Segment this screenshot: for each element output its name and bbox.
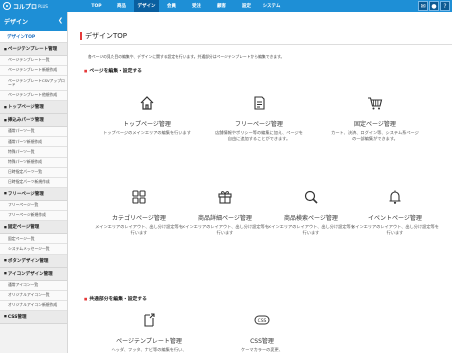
sidebar-item[interactable]: オリジナルアイコン新規作成	[0, 300, 67, 311]
sidebar-groups: ページテンプレート管理ページテンプレート一覧ページテンプレート新規作成ページテン…	[0, 43, 67, 324]
sidebar-category[interactable]: CSS管理	[0, 310, 67, 324]
help-icon[interactable]: ?	[440, 1, 450, 11]
sidebar-item[interactable]: ページテンプレート一覧	[0, 56, 67, 67]
css-icon: CSS	[254, 315, 270, 325]
logo-suffix: PLUS	[38, 3, 48, 9]
search-icon	[304, 190, 318, 204]
card-description: カート、決済、ログイン等、システム系ページの一部編集ができます。	[331, 130, 419, 141]
card-description: メインエリアのレイアウト、出し分け設定等を行います	[181, 224, 269, 235]
sidebar-item[interactable]: 通常パーツ一覧	[0, 127, 67, 138]
sidebar-item[interactable]: 通常アイコン一覧	[0, 280, 67, 291]
sidebar-item[interactable]: オリジナルアイコン一覧	[0, 290, 67, 301]
sidebar-item[interactable]: ページテンプレート新規作成	[0, 66, 67, 77]
sidebar-header: デザイン ❮	[0, 12, 67, 31]
sidebar-item[interactable]: 通常パーツ新規作成	[0, 137, 67, 148]
title-divider	[80, 44, 452, 45]
sidebar-category[interactable]: アイコンデザイン管理	[0, 267, 67, 281]
card-title: 商品検索ページ管理	[284, 215, 338, 222]
home-icon	[140, 96, 154, 110]
nav-orders[interactable]: 受注	[184, 0, 209, 12]
card-description: ヘッダ、フッタ、ナビ等の編集を行い、	[111, 347, 187, 352]
card-event-page[interactable]: イベントページ管理 メインエリアのレイアウト、出し分け設定等を行います	[350, 189, 440, 235]
page-description: 各ページの見た目の編集や、デザインに関する設定を行います。共通部分はページテンプ…	[88, 54, 285, 59]
nav-top[interactable]: TOP	[84, 0, 109, 12]
sidebar-category[interactable]: フリーページ管理	[0, 187, 67, 201]
nav-design[interactable]: デザイン	[134, 0, 159, 12]
nav-members[interactable]: 会員	[159, 0, 184, 12]
card-title: イベントページ管理	[368, 215, 422, 222]
sidebar-item[interactable]: 日時指定パーツ新規作成	[0, 177, 67, 188]
sidebar-category[interactable]: 固定ページ管理	[0, 221, 67, 235]
card-title: トップページ管理	[123, 121, 171, 128]
card-description: メインエリアのレイアウト、出し分け設定等を行います	[95, 224, 183, 235]
card-fixed-page[interactable]: 固定ページ管理 カート、決済、ログイン等、システム系ページの一部編集ができます。	[330, 95, 420, 141]
nav-settings[interactable]: 設定	[234, 0, 259, 12]
card-title: カテゴリページ管理	[112, 215, 166, 222]
mail-icon[interactable]: ✉	[418, 1, 428, 11]
main-content: デザインTOP 各ページの見た目の編集や、デザインに関する設定を行います。共通部…	[68, 12, 452, 353]
gift-icon	[218, 191, 232, 204]
logo-text: コルプロ	[13, 3, 38, 11]
sidebar-item[interactable]: フリーページ新規作成	[0, 211, 67, 222]
page-title: デザインTOP	[80, 32, 127, 40]
top-icons: ✉ ● ?	[418, 1, 450, 11]
sidebar-item[interactable]: システムメッセージ一覧	[0, 244, 67, 255]
template-icon	[144, 313, 155, 327]
logo-icon	[3, 2, 11, 10]
card-title: フリーページ管理	[235, 121, 283, 128]
sidebar-item[interactable]: フリーページ一覧	[0, 200, 67, 212]
card-top-page[interactable]: トップページ管理 トップページのメインエリアの編集を行います	[102, 95, 192, 136]
card-description: ケーマカラーの変更、	[241, 347, 283, 352]
card-title: 商品詳細ページ管理	[198, 215, 252, 222]
section-heading-pages: ページを編集・設定する	[84, 67, 142, 74]
card-category-page[interactable]: カテゴリページ管理 メインエリアのレイアウト、出し分け設定等を行います	[94, 189, 184, 235]
document-icon	[254, 96, 265, 110]
nav-products[interactable]: 商品	[109, 0, 134, 12]
sidebar: デザイン ❮ デザインTOP ページテンプレート管理ページテンプレート一覧ページ…	[0, 12, 68, 353]
nav-system[interactable]: システム	[259, 0, 284, 12]
main-nav: TOP 商品 デザイン 会員 受注 顧客 設定 システム	[84, 0, 284, 12]
section-heading-common: 共通部分を編集・設定する	[84, 295, 147, 302]
nav-customers[interactable]: 顧客	[209, 0, 234, 12]
svg-text:CSS: CSS	[258, 318, 267, 324]
card-product-detail-page[interactable]: 商品詳細ページ管理 メインエリアのレイアウト、出し分け設定等を行います	[180, 189, 270, 235]
chevron-left-icon[interactable]: ❮	[58, 17, 63, 24]
sidebar-item[interactable]: ページテンプレートCSVアップロード	[0, 76, 67, 91]
cart-icon	[368, 97, 383, 110]
sidebar-category[interactable]: トップページ管理	[0, 101, 67, 115]
sidebar-item[interactable]: 日時指定パーツ一覧	[0, 167, 67, 178]
app-logo[interactable]: コルプロ PLUS	[0, 0, 68, 12]
card-description: トップページのメインエリアの編集を行います	[103, 130, 191, 135]
sidebar-item[interactable]: ページテンプレート他規作成	[0, 90, 67, 102]
sidebar-item[interactable]: 固定ページ一覧	[0, 234, 67, 245]
sidebar-item-design-top[interactable]: デザインTOP	[0, 31, 67, 43]
sidebar-category[interactable]: ページテンプレート管理	[0, 43, 67, 56]
card-css[interactable]: CSS CSS管理 ケーマカラーの変更、	[217, 312, 307, 353]
user-icon[interactable]: ●	[429, 1, 439, 11]
sidebar-category[interactable]: ボタンデザイン管理	[0, 254, 67, 268]
sidebar-header-label: デザイン	[4, 19, 29, 26]
card-description: メインエリアのレイアウト、出し分け設定等を行います	[267, 224, 355, 235]
sidebar-item[interactable]: 特殊パーツ新規作成	[0, 157, 67, 168]
card-page-template[interactable]: ページテンプレート管理 ヘッダ、フッタ、ナビ等の編集を行い、	[104, 312, 194, 353]
card-title: CSS管理	[250, 338, 274, 345]
card-title: ページテンプレート管理	[116, 338, 182, 345]
card-free-page[interactable]: フリーページ管理 店舗情報やポリシー等の編集に加え、ページを自由に追加することが…	[214, 95, 304, 141]
grid-icon	[132, 190, 146, 204]
card-product-search-page[interactable]: 商品検索ページ管理 メインエリアのレイアウト、出し分け設定等を行います	[266, 189, 356, 235]
sidebar-category[interactable]: 挿込みパーツ管理	[0, 114, 67, 128]
sidebar-item[interactable]: 特殊パーツ一覧	[0, 147, 67, 158]
card-title: 固定ページ管理	[354, 121, 396, 128]
card-description: メインエリアのレイアウト、出し分け設定等を行います	[351, 224, 439, 235]
card-description: 店舗情報やポリシー等の編集に加え、ページを自由に追加することができます。	[215, 130, 303, 141]
bell-icon	[389, 190, 401, 204]
top-bar: コルプロ PLUS TOP 商品 デザイン 会員 受注 顧客 設定 システム ✉…	[0, 0, 452, 12]
